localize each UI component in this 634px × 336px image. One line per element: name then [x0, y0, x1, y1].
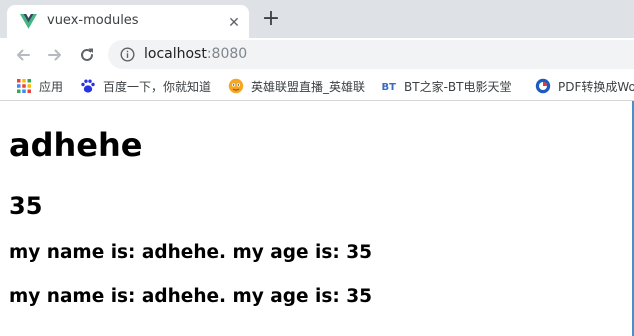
bookmark-bt[interactable]: BT BT之家-BT电影天堂 — [381, 77, 512, 95]
bookmark-apps[interactable]: 应用 — [16, 77, 63, 95]
reload-icon — [81, 48, 93, 61]
address-bar[interactable]: localhost:8080 — [108, 40, 634, 69]
name-heading: adhehe — [9, 126, 143, 164]
back-arrow-icon — [17, 49, 30, 61]
new-tab-button[interactable]: + — [260, 8, 282, 31]
bt-icon: BT — [382, 82, 397, 93]
page-viewport: adhehe 35 my name is: adhehe. my age is:… — [0, 101, 634, 336]
forward-button[interactable] — [44, 44, 66, 66]
svg-text:BT: BT — [382, 82, 397, 93]
age-heading: 35 — [9, 192, 43, 220]
bookmarks-bar: 应用 百度一下，你就知道 英雄联盟直播_英雄联 BT BT之家-BT电影天堂 P… — [0, 72, 634, 101]
browser-tab[interactable]: vuex-modules ✕ — [7, 5, 249, 38]
info-line: my name is: adhehe. my age is: 35 — [9, 242, 372, 263]
apps-grid-icon — [17, 79, 31, 93]
tab-title: vuex-modules — [47, 13, 139, 28]
pdf-converter-icon — [535, 78, 551, 94]
info-icon[interactable] — [120, 47, 135, 62]
bookmark-label: BT之家-BT电影天堂 — [404, 79, 512, 94]
bookmark-label: 应用 — [39, 79, 64, 94]
bookmark-baidu[interactable]: 百度一下，你就知道 — [80, 77, 211, 95]
vue-logo-icon — [20, 14, 37, 29]
tab-close-icon[interactable]: ✕ — [226, 14, 242, 30]
tab-strip: vuex-modules ✕ + — [0, 0, 634, 38]
bookmark-label: PDF转换成Wo — [558, 79, 634, 94]
info-line: my name is: adhehe. my age is: 35 — [9, 286, 372, 307]
baidu-paw-icon — [81, 79, 95, 93]
url-host: localhost — [144, 46, 207, 62]
lol-stream-icon — [228, 78, 244, 94]
back-button[interactable] — [12, 44, 34, 66]
url-port: :8080 — [206, 46, 248, 62]
bookmark-lol-stream[interactable]: 英雄联盟直播_英雄联 — [228, 77, 365, 95]
bookmark-label: 百度一下，你就知道 — [103, 79, 212, 94]
reload-button[interactable] — [76, 44, 98, 66]
browser-toolbar: localhost:8080 — [0, 38, 634, 72]
bookmark-pdf[interactable]: PDF转换成Wo — [535, 77, 634, 95]
url-text[interactable]: localhost:8080 — [144, 46, 247, 62]
bookmark-label: 英雄联盟直播_英雄联 — [251, 79, 366, 94]
forward-arrow-icon — [48, 49, 61, 61]
